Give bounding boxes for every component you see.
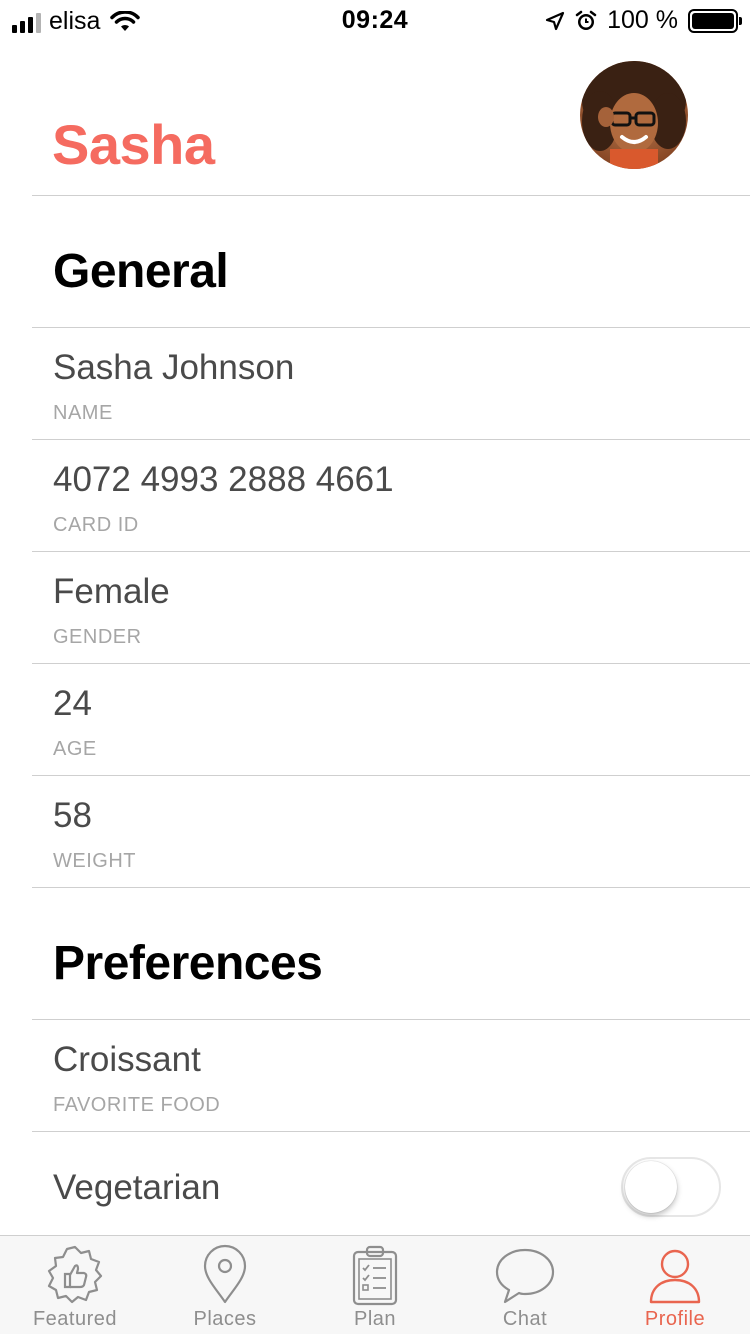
section-title-preferences: Preferences [53,937,323,990]
tab-label: Chat [502,1308,548,1330]
map-pin-icon [203,1244,247,1304]
tab-profile[interactable]: Profile [600,1236,750,1334]
speech-bubble-icon [495,1248,555,1304]
row-name[interactable]: Sasha Johnson NAME [32,328,750,440]
row-value: Croissant [53,1040,201,1079]
tab-featured[interactable]: Featured [0,1236,150,1334]
badge-thumbs-up-icon [47,1245,103,1304]
alarm-clock-icon [575,10,597,30]
tab-label: Featured [32,1308,118,1330]
person-icon [649,1249,701,1304]
row-favorite-food[interactable]: Croissant FAVORITE FOOD [32,1020,750,1132]
toggle-knob [625,1161,677,1213]
row-label: CARD ID [53,514,139,536]
row-card-id[interactable]: 4072 4993 2888 4661 CARD ID [32,440,750,552]
status-bar: elisa 09:24 100 % [0,0,750,40]
row-age[interactable]: 24 AGE [32,664,750,776]
tab-chat[interactable]: Chat [450,1236,600,1334]
row-vegetarian: Vegetarian [32,1132,750,1236]
avatar[interactable] [580,61,688,169]
section-title-general: General [53,245,229,298]
tab-places[interactable]: Places [150,1236,300,1334]
status-right: 100 % [545,6,742,35]
row-label: GENDER [53,626,142,648]
page-title: Sasha [52,113,215,176]
vegetarian-toggle[interactable] [621,1157,721,1217]
row-value: 58 [53,796,92,835]
row-weight[interactable]: 58 WEIGHT [32,776,750,888]
battery-percentage: 100 % [607,6,678,34]
tab-label: Plan [353,1308,397,1330]
row-label: FAVORITE FOOD [53,1094,221,1116]
row-value: 24 [53,684,92,723]
location-arrow-icon [546,11,565,30]
tab-label: Profile [644,1308,706,1330]
battery-icon [688,8,742,33]
row-label: NAME [53,402,113,424]
tab-bar: Featured Places Plan Chat Profile [0,1235,750,1334]
row-value: Female [53,572,170,611]
row-value: Sasha Johnson [53,348,295,387]
tab-plan[interactable]: Plan [300,1236,450,1334]
row-label: WEIGHT [53,850,136,872]
toggle-row-label: Vegetarian [53,1168,221,1207]
header-divider [32,195,750,196]
row-label: AGE [53,738,97,760]
row-gender[interactable]: Female GENDER [32,552,750,664]
tab-label: Places [193,1308,257,1330]
clipboard-checklist-icon [352,1245,398,1306]
row-value: 4072 4993 2888 4661 [53,460,394,499]
